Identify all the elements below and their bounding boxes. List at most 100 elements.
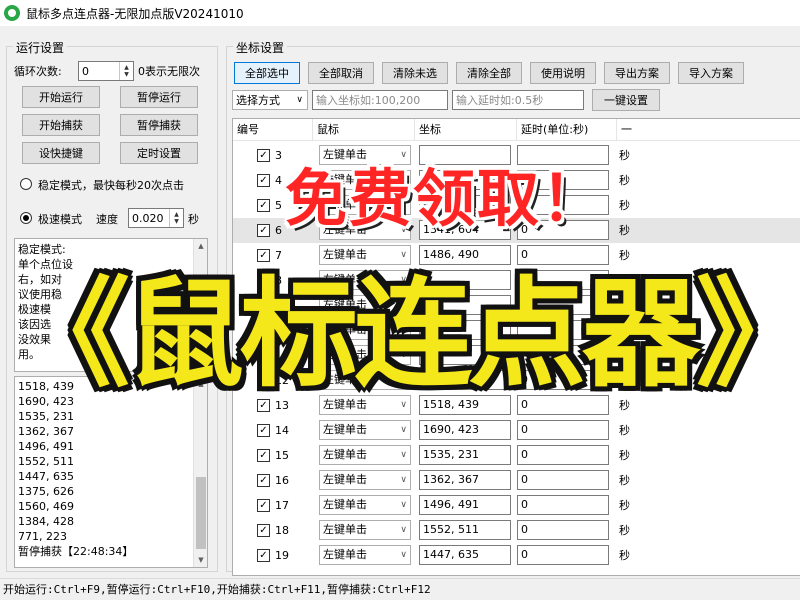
header-mouse: 鼠标 bbox=[313, 119, 415, 141]
export-scheme-button[interactable]: 导出方案 bbox=[604, 62, 670, 84]
table-row[interactable]: ✓ 19 左键单击 ∨ 1447, 635 0 秒 bbox=[233, 543, 800, 568]
mouse-action-dropdown[interactable]: 左键单击 ∨ bbox=[319, 545, 411, 565]
mouse-action-dropdown[interactable]: 左键单击 ∨ bbox=[319, 495, 411, 515]
speed-input[interactable]: 0.020 ▲ ▼ bbox=[128, 208, 184, 228]
row-checkbox[interactable]: ✓ bbox=[257, 424, 270, 437]
clear-unselected-button[interactable]: 清除未选 bbox=[382, 62, 448, 84]
loop-count-stepper[interactable]: ▲ ▼ bbox=[119, 62, 133, 80]
app-icon bbox=[4, 5, 20, 21]
stable-mode-radio[interactable] bbox=[20, 178, 32, 190]
mouse-action-value: 左键单击 bbox=[323, 523, 367, 536]
set-hotkey-button[interactable]: 设快捷键 bbox=[22, 142, 100, 164]
table-row[interactable]: ✓ 18 左键单击 ∨ 1552, 511 0 秒 bbox=[233, 518, 800, 543]
status-bar: 开始运行:Ctrl+F9,暂停运行:Ctrl+F10,开始捕获:Ctrl+F11… bbox=[0, 578, 800, 600]
row-number: 4 bbox=[275, 174, 282, 187]
pause-run-button[interactable]: 暂停运行 bbox=[120, 86, 198, 108]
row-number: 3 bbox=[275, 149, 282, 162]
row-number: 15 bbox=[275, 449, 289, 462]
mouse-action-dropdown[interactable]: 左键单击 ∨ bbox=[319, 420, 411, 440]
coord-cell-input[interactable]: 1535, 231 bbox=[419, 445, 511, 465]
log-line: 暂停捕获【22:48:34】 bbox=[18, 545, 134, 558]
select-all-button[interactable]: 全部选中 bbox=[234, 62, 300, 84]
log-line: 771, 223 bbox=[18, 530, 67, 543]
window-title: 鼠标多点连点器-无限加点版V20241010 bbox=[26, 6, 244, 21]
coord-cell-input[interactable]: 1496, 491 bbox=[419, 495, 511, 515]
log-line: 1384, 428 bbox=[18, 515, 74, 528]
title-bar: 鼠标多点连点器-无限加点版V20241010 bbox=[0, 0, 800, 26]
mouse-action-value: 左键单击 bbox=[323, 548, 367, 561]
stable-mode-label: 稳定模式，最快每秒20次点击 bbox=[38, 179, 184, 192]
table-row[interactable]: ✓ 17 左键单击 ∨ 1496, 491 0 秒 bbox=[233, 493, 800, 518]
coord-input[interactable]: 输入坐标如:100,200 bbox=[312, 90, 448, 110]
select-mode-value: 选择方式 bbox=[236, 94, 280, 107]
delay-cell-input[interactable]: 0 bbox=[517, 495, 609, 515]
speed-label: 速度 bbox=[96, 213, 118, 226]
row-checkbox[interactable]: ✓ bbox=[257, 449, 270, 462]
table-row[interactable]: ✓ 14 左键单击 ∨ 1690, 423 0 秒 bbox=[233, 418, 800, 443]
row-number: 16 bbox=[275, 474, 289, 487]
row-checkbox[interactable]: ✓ bbox=[257, 174, 270, 187]
select-mode-dropdown[interactable]: 选择方式 ∨ bbox=[232, 90, 308, 110]
speed-stepper[interactable]: ▲ ▼ bbox=[169, 209, 183, 227]
import-scheme-button[interactable]: 导入方案 bbox=[678, 62, 744, 84]
deselect-all-button[interactable]: 全部取消 bbox=[308, 62, 374, 84]
start-capture-button[interactable]: 开始捕获 bbox=[22, 114, 100, 136]
row-checkbox[interactable]: ✓ bbox=[257, 199, 270, 212]
promo-free-text: 免费领取！ bbox=[285, 162, 606, 235]
promo-title-text: 《鼠标连点器》 bbox=[12, 265, 800, 403]
clear-all-button[interactable]: 清除全部 bbox=[456, 62, 522, 84]
log-scroll-thumb[interactable] bbox=[196, 477, 206, 549]
row-checkbox[interactable]: ✓ bbox=[257, 149, 270, 162]
row-checkbox[interactable]: ✓ bbox=[257, 549, 270, 562]
mouse-action-dropdown[interactable]: 左键单击 ∨ bbox=[319, 520, 411, 540]
delay-cell-input[interactable]: 0 bbox=[517, 445, 609, 465]
pause-capture-button[interactable]: 暂停捕获 bbox=[120, 114, 198, 136]
delay-unit: 秒 bbox=[619, 549, 630, 562]
row-number: 14 bbox=[275, 424, 289, 437]
coord-cell-input[interactable]: 1552, 511 bbox=[419, 520, 511, 540]
log-line: 1535, 231 bbox=[18, 410, 74, 423]
row-number: 17 bbox=[275, 499, 289, 512]
row-checkbox[interactable]: ✓ bbox=[257, 524, 270, 537]
log-line: 1375, 626 bbox=[18, 485, 74, 498]
row-checkbox[interactable]: ✓ bbox=[257, 499, 270, 512]
delay-unit: 秒 bbox=[619, 449, 630, 462]
delay-unit: 秒 bbox=[619, 199, 630, 212]
mouse-action-value: 左键单击 bbox=[323, 473, 367, 486]
delay-unit: 秒 bbox=[619, 174, 630, 187]
fast-mode-radio[interactable] bbox=[20, 212, 32, 224]
header-coord: 坐标 bbox=[415, 119, 517, 141]
delay-cell-input[interactable]: 0 bbox=[517, 545, 609, 565]
delay-cell-input[interactable]: 0 bbox=[517, 520, 609, 540]
coord-settings-title: 坐标设置 bbox=[233, 39, 288, 56]
table-row[interactable]: ✓ 15 左键单击 ∨ 1535, 231 0 秒 bbox=[233, 443, 800, 468]
timer-settings-button[interactable]: 定时设置 bbox=[120, 142, 198, 164]
speed-unit: 秒 bbox=[188, 213, 199, 226]
apply-all-button[interactable]: 一键设置 bbox=[592, 89, 660, 111]
mouse-action-dropdown[interactable]: 左键单击 ∨ bbox=[319, 470, 411, 490]
mouse-action-value: 左键单击 bbox=[323, 423, 367, 436]
coord-cell-input[interactable]: 1362, 367 bbox=[419, 470, 511, 490]
delay-cell-input[interactable]: 0 bbox=[517, 420, 609, 440]
table-row[interactable]: ✓ 16 左键单击 ∨ 1362, 367 0 秒 bbox=[233, 468, 800, 493]
scroll-down-icon[interactable]: ▼ bbox=[196, 555, 206, 565]
speed-value: 0.020 bbox=[132, 211, 164, 225]
delay-cell-input[interactable]: 0 bbox=[517, 470, 609, 490]
row-number: 18 bbox=[275, 524, 289, 537]
coord-cell-input[interactable]: 1447, 635 bbox=[419, 545, 511, 565]
loop-count-hint: 0表示无限次 bbox=[138, 65, 200, 78]
loop-count-value: 0 bbox=[82, 64, 89, 78]
delay-input[interactable]: 输入延时如:0.5秒 bbox=[452, 90, 584, 110]
help-button[interactable]: 使用说明 bbox=[530, 62, 596, 84]
loop-count-input[interactable]: 0 ▲ ▼ bbox=[78, 61, 134, 81]
delay-unit: 秒 bbox=[619, 149, 630, 162]
mouse-action-dropdown[interactable]: 左键单击 ∨ bbox=[319, 445, 411, 465]
row-checkbox[interactable]: ✓ bbox=[257, 224, 270, 237]
log-line: 1447, 635 bbox=[18, 470, 74, 483]
coord-cell-input[interactable]: 1690, 423 bbox=[419, 420, 511, 440]
header-delay: 延时(单位:秒) bbox=[517, 119, 617, 141]
log-line: 1552, 511 bbox=[18, 455, 74, 468]
row-checkbox[interactable]: ✓ bbox=[257, 474, 270, 487]
start-run-button[interactable]: 开始运行 bbox=[22, 86, 100, 108]
chevron-down-icon: ∨ bbox=[400, 525, 407, 535]
